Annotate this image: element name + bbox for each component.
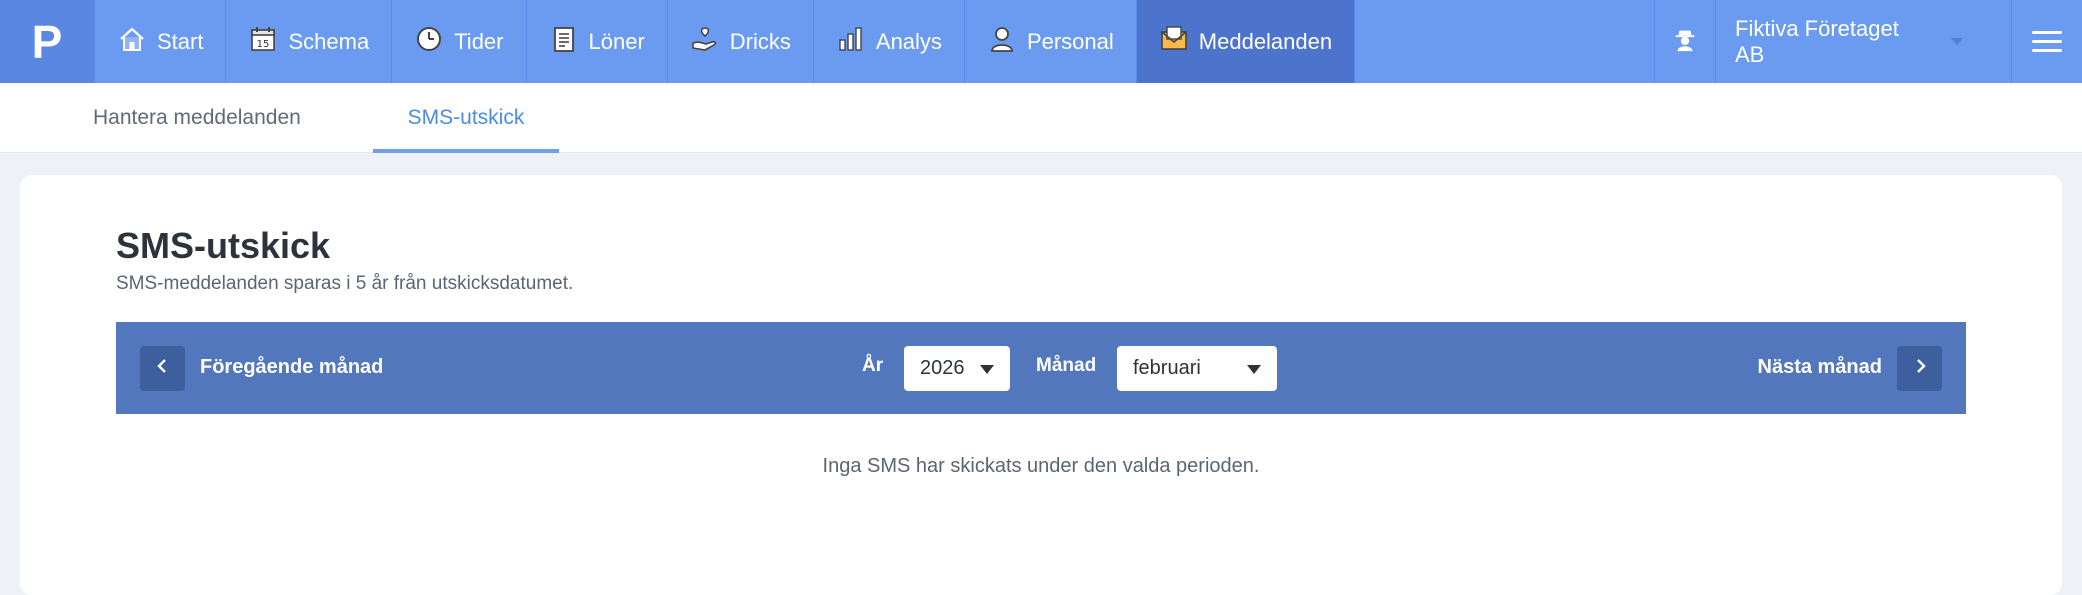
company-name: Fiktiva Företaget AB [1735, 15, 1899, 67]
calendar-icon-date: 15 [257, 39, 270, 50]
page-subtitle: SMS-meddelanden sparas i 5 år från utski… [116, 273, 574, 294]
calendar-icon: 15 [248, 24, 278, 60]
nav-item-label: Schema [288, 28, 370, 54]
year-value: 2026 [920, 357, 965, 379]
nav-item-label: Meddelanden [1198, 28, 1333, 54]
main-menu-button[interactable] [2012, 0, 2082, 83]
company-selector[interactable]: Fiktiva Företaget AB [1716, 0, 2012, 83]
caret-down-icon [1247, 365, 1261, 374]
nav-item-label: Personal [1026, 28, 1114, 54]
month-label: Månad [1036, 355, 1097, 376]
nav-item-start[interactable]: Start [95, 0, 227, 83]
chevron-left-icon [154, 357, 172, 380]
nav-item-label: Dricks [729, 28, 791, 54]
next-month-link[interactable]: Nästa månad [1758, 356, 1883, 379]
home-icon [117, 24, 147, 60]
page-title: SMS-utskick [116, 225, 331, 266]
year-select[interactable]: 2026 [904, 346, 1010, 391]
tab-sms-utskick[interactable]: SMS-utskick [373, 83, 559, 153]
nav-item-schema[interactable]: 15 Schema [226, 0, 393, 83]
previous-month-button[interactable] [140, 346, 185, 391]
sub-navigation: Hantera meddelanden SMS-utskick [0, 83, 2082, 153]
previous-month-link[interactable]: Föregående månad [200, 356, 383, 379]
year-label: År [862, 355, 884, 376]
hamburger-icon [2032, 25, 2062, 58]
document-icon [549, 24, 579, 60]
clock-icon [414, 24, 444, 60]
month-select[interactable]: februari [1117, 346, 1277, 391]
envelope-icon [1159, 24, 1189, 60]
nav-item-tider[interactable]: Tider [392, 0, 527, 83]
nav-item-analys[interactable]: Analys [814, 0, 965, 83]
content-card: SMS-utskick SMS-meddelanden sparas i 5 å… [20, 175, 2062, 595]
user-menu-button[interactable] [1654, 0, 1716, 83]
top-navigation: P Start 15 Schema Tider Löner Dricks Ana… [0, 0, 2082, 83]
nav-item-label: Löner [588, 28, 645, 54]
empty-state-message: Inga SMS har skickats under den valda pe… [822, 455, 1260, 477]
nav-item-label: Start [157, 28, 204, 54]
person-icon [987, 24, 1017, 60]
month-value: februari [1133, 357, 1201, 379]
period-filter-bar: Föregående månad År 2026 Månad februari … [116, 322, 1966, 414]
hand-coin-icon [690, 24, 720, 60]
nav-item-label: Analys [875, 28, 942, 54]
chevron-right-icon [1911, 357, 1929, 380]
nav-item-label: Tider [454, 28, 504, 54]
bar-chart-icon [836, 24, 866, 60]
next-month-button[interactable] [1897, 346, 1942, 391]
chevron-down-icon [1951, 38, 1963, 45]
nav-item-personal[interactable]: Personal [965, 0, 1137, 83]
caret-down-icon [980, 365, 994, 374]
app-logo[interactable]: P [0, 0, 95, 83]
tab-hantera-meddelanden[interactable]: Hantera meddelanden [93, 83, 301, 153]
nav-item-dricks[interactable]: Dricks [668, 0, 814, 83]
nav-item-loner[interactable]: Löner [527, 0, 668, 83]
nav-item-meddelanden[interactable]: Meddelanden [1136, 0, 1356, 83]
agent-icon [1671, 25, 1699, 58]
